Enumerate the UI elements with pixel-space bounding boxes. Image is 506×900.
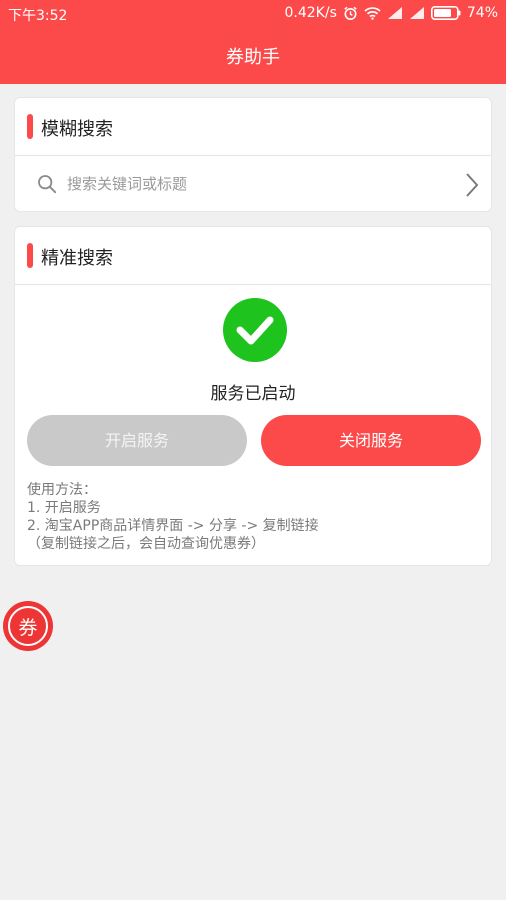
coupon-fab-label: 券 [8,606,48,646]
status-bar: 下午3:52 0.42K/s 74% [0,0,506,27]
search-icon [37,174,57,198]
chevron-right-icon[interactable] [465,172,479,202]
fuzzy-search-title: 模糊搜索 [41,119,113,140]
signal-icon-1 [387,7,403,19]
fuzzy-search-card: 模糊搜索 [14,97,492,212]
usage-line: 1. 开启服务 [27,500,101,516]
top-bar: 下午3:52 0.42K/s 74% 券助手 [0,0,506,84]
battery-icon [430,6,461,20]
signal-icon-2 [409,7,425,19]
usage-instructions: 使用方法： 1. 开启服务 2. 淘宝APP商品详情界面 -> 分享 -> 复制… [27,481,319,553]
status-icons: 0.42K/s 74% [285,5,499,21]
usage-line: 使用方法： [27,482,97,498]
search-input[interactable] [67,170,447,198]
exact-search-card: 精准搜索 服务已启动 开启服务 关闭服务 使用方法： 1. 开启服务 2. 淘宝… [14,226,492,566]
exact-search-title: 精准搜索 [41,248,113,269]
accent-bar [27,243,33,268]
status-time: 下午3:52 [8,8,68,24]
service-status: 服务已启动 [210,384,296,404]
usage-line: 2. 淘宝APP商品详情界面 -> 分享 -> 复制链接 [27,518,319,534]
search-row[interactable] [15,156,491,212]
app-title: 券助手 [226,47,280,68]
fuzzy-search-header: 模糊搜索 [15,98,491,156]
usage-line: （复制链接之后，会自动查询优惠券） [27,536,265,552]
net-speed: 0.42K/s [284,5,337,21]
battery-level: 74% [466,5,498,21]
check-circle-icon [223,298,287,366]
stop-service-button[interactable]: 关闭服务 [261,415,481,466]
coupon-fab-button[interactable]: 券 [3,601,53,651]
exact-search-header: 精准搜索 [15,227,491,285]
start-service-button[interactable]: 开启服务 [27,415,247,466]
wifi-icon [364,6,381,20]
alarm-icon [343,6,358,21]
accent-bar [27,114,33,139]
